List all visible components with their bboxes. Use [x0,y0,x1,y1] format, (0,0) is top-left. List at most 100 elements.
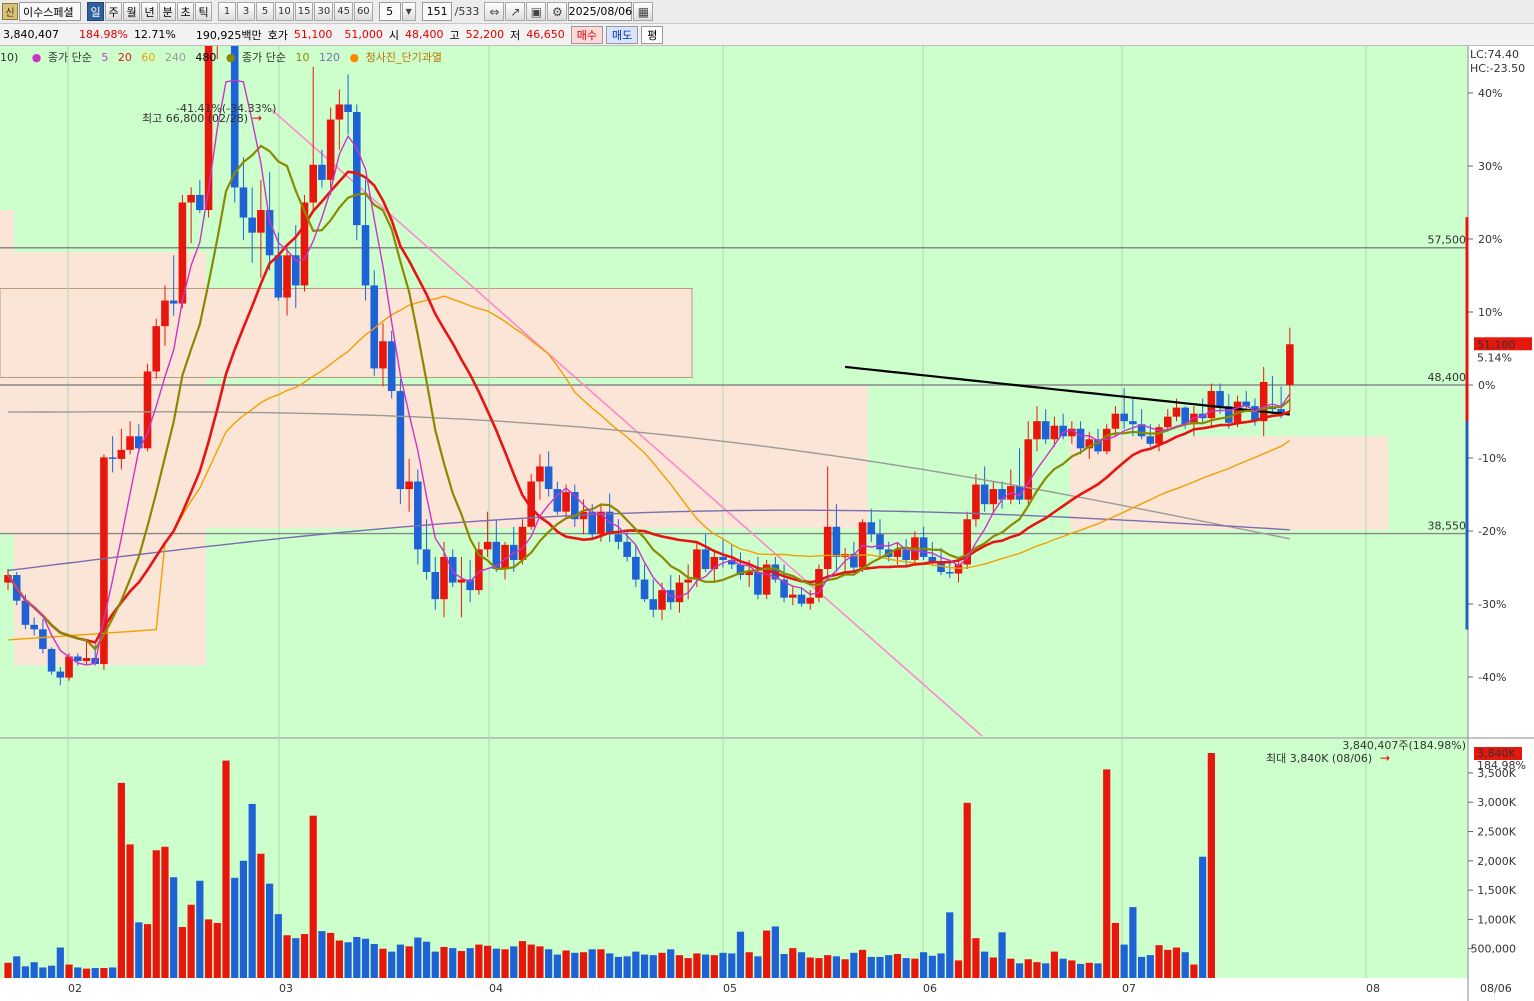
volume-bar [885,955,893,978]
save-icon[interactable]: ▣ [526,2,547,21]
candle-body [693,549,701,580]
volume-bar [1094,963,1102,978]
candle-body [39,629,47,649]
candle-body [187,194,195,203]
interval-button-30[interactable]: 30 [314,2,334,21]
period-button-0[interactable]: 일 [87,2,104,21]
volume-bar [309,815,317,978]
period-button-2[interactable]: 월 [123,2,140,21]
period-button-6[interactable]: 틱 [195,2,212,21]
interval-button-3[interactable]: 3 [237,2,255,21]
volume-bar [1146,955,1154,978]
candle-body [902,549,910,560]
chart-toolbar: 신 이수스페셜 일주월년분초틱 1 3 5 10 15 30 45 60 5 ▼ 151 /5… [0,0,1534,24]
calendar-icon[interactable]: ▦ [633,2,654,21]
candle-body [318,164,326,180]
x-tick-label: 04 [489,982,503,995]
x-tick-label: 02 [68,982,82,995]
candle-body [440,556,448,600]
arrow-right-icon: → [252,111,262,125]
volume-bar [361,938,370,978]
open-price: 48,400 [405,28,444,41]
line-tool-icon[interactable]: ↗ [505,2,526,21]
volume-bar [187,904,195,978]
volume-bar [981,951,989,978]
volume-bar [1076,963,1085,978]
stock-chart[interactable]: 57,500 48,400 38,550 02 03 04 05 06 07 08 08/06 40… [0,46,1534,1001]
volume-bar [292,938,300,978]
pct-tick-label: 0% [1478,379,1495,392]
candle-body [614,534,623,542]
x-last-date: 08/06 [1480,982,1512,995]
interval-buttons: 1 3 5 10 15 30 45 60 [218,2,373,21]
candle-body [431,572,440,600]
sell-button[interactable]: 매도 [606,25,639,44]
candle-body [1111,413,1120,429]
interval-button-1[interactable]: 1 [218,2,236,21]
interval-select[interactable]: 5 [378,2,401,21]
stock-name-field[interactable]: 이수스페셜 [19,2,81,21]
volume-bar [1059,958,1067,978]
volume-bar [475,944,483,978]
evaluate-button[interactable]: 평 [641,25,664,44]
date-field[interactable]: 2025/08/06 [568,2,633,21]
candle-body [640,579,649,600]
volume-bar [135,922,143,978]
bar-count-input[interactable]: 151 [421,2,452,21]
high-price: 52,200 [465,28,505,41]
low-label: 저 [510,28,521,42]
vol-tick-label: 1,500K [1477,884,1516,897]
volume-bar [867,956,875,978]
pct-tick-label: -30% [1478,598,1506,611]
volume-bar [510,946,518,978]
volume-bar [920,952,928,978]
legend-ma120: 120 [319,51,340,64]
candle-body [980,484,989,505]
volume-bar [946,912,954,978]
volume-bar [702,954,710,978]
period-button-3[interactable]: 년 [141,2,158,21]
period-button-5[interactable]: 초 [177,2,194,21]
volume-bar [850,952,858,978]
hc-label: HC:-23.50 [1470,62,1525,75]
volume-bar [126,844,134,978]
bar-count-total: /533 [454,5,480,18]
high-label: 고 [449,28,460,42]
period-button-4[interactable]: 분 [159,2,176,21]
volume-bar [632,951,640,978]
chevron-down-icon[interactable]: ▼ [401,2,416,21]
gear-icon[interactable]: ⚙ [547,2,568,21]
candle-body [30,624,38,630]
zone-box [0,287,693,378]
interval-button-10[interactable]: 10 [275,2,294,21]
volume-bar [745,952,753,978]
volume-bar [65,964,73,978]
candle-body [257,210,265,233]
candle-body [989,489,998,505]
candle-body [161,300,169,327]
bottom-axis-bg [0,978,1534,1001]
volume-bar [1007,958,1015,978]
volume-bar [492,948,500,978]
vol-tick-label: 1,000K [1477,913,1516,926]
candle-body [422,549,431,573]
candle-body [108,457,117,459]
volume-bar [396,944,404,978]
candle-body [1120,413,1128,422]
volume-bar [1103,769,1111,978]
level-label: 57,500 [1428,234,1467,247]
period-button-1[interactable]: 주 [105,2,122,21]
volume-bar [1129,907,1137,978]
buy-button[interactable]: 매수 [570,25,603,44]
volume-bar [623,956,631,978]
zoom-icon[interactable]: ⇔ [484,2,505,21]
vol-tick-label: 2,000K [1477,855,1516,868]
candle-body [823,526,832,570]
interval-button-60[interactable]: 60 [353,2,373,21]
interval-button-5[interactable]: 5 [256,2,274,21]
candle-body [1076,428,1085,449]
interval-button-45[interactable]: 45 [334,2,353,21]
x-tick-label: 06 [923,982,937,995]
interval-button-15[interactable]: 15 [294,2,314,21]
open-label: 시 [388,28,399,42]
